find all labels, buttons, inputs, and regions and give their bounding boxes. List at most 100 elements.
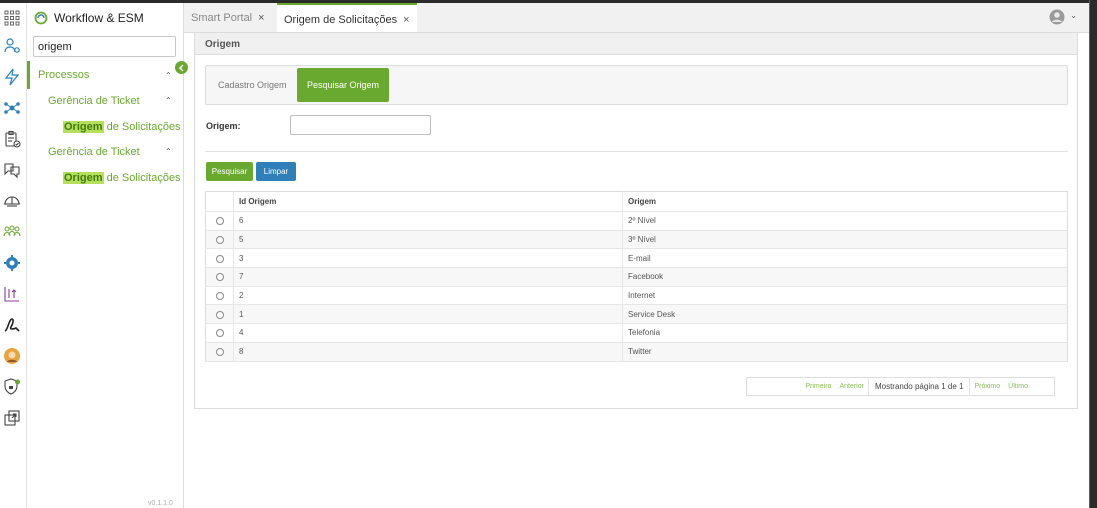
chart-icon[interactable] xyxy=(2,284,22,304)
nav-section-processos[interactable]: Processos xyxy=(27,61,177,89)
subtab-pesquisar-origem[interactable]: Pesquisar Origem xyxy=(297,68,390,102)
table-row[interactable]: 4 Telefonia xyxy=(205,323,1068,343)
table-row[interactable]: 2 Internet xyxy=(205,286,1068,306)
tab-label: Origem de Solicitações xyxy=(284,13,398,26)
chevron-up-icon[interactable]: ⌃ xyxy=(165,96,172,105)
nav-leaf-origem-solicitacoes[interactable]: Origem de Solicitações xyxy=(63,120,181,134)
tab-smart-portal[interactable]: Smart Portal × xyxy=(184,3,272,33)
nav-leaf-label: de Solicitações xyxy=(103,121,181,133)
main-panel: Origem Cadastro Origem Pesquisar Origem … xyxy=(194,32,1078,409)
nav-group-gerencia-ticket[interactable]: Gerência de Ticket xyxy=(48,94,140,108)
panel-title: Origem xyxy=(195,33,1077,55)
cell-origem: Internet xyxy=(622,286,1068,306)
row-radio-cell[interactable] xyxy=(205,267,234,287)
pager-info: Mostrando página 1 de 1 xyxy=(867,378,971,395)
cell-origem: 3º Nível xyxy=(622,230,1068,250)
divider xyxy=(205,151,1068,152)
nav-group-gerencia-ticket[interactable]: Gerência de Ticket xyxy=(48,145,140,159)
brand-logo-icon xyxy=(34,11,48,25)
table-row[interactable]: 5 3º Nível xyxy=(205,230,1068,250)
table-row[interactable]: 7 Facebook xyxy=(205,267,1068,287)
table-row[interactable]: 3 E-mail xyxy=(205,248,1068,269)
radio-button[interactable] xyxy=(215,329,224,338)
cell-origem: Service Desk xyxy=(622,304,1068,325)
row-radio-cell[interactable] xyxy=(205,286,234,306)
row-radio-cell[interactable] xyxy=(205,230,234,250)
pager-first-link[interactable]: Primeiro xyxy=(801,383,835,390)
radio-button[interactable] xyxy=(215,273,224,282)
pager-prev-link[interactable]: Anterior xyxy=(835,383,868,390)
nav-leaf-label: de Solicitações xyxy=(103,172,181,184)
table-row[interactable]: 6 2º Nível xyxy=(205,211,1068,231)
cell-id: 8 xyxy=(233,342,623,362)
network-icon[interactable] xyxy=(2,98,22,118)
cell-id: 7 xyxy=(233,267,623,287)
subtab-cadastro-origem[interactable]: Cadastro Origem xyxy=(208,68,297,102)
pager-next-link[interactable]: Próximo xyxy=(970,383,1004,390)
column-header-origem[interactable]: Origem xyxy=(622,191,1068,212)
tab-label: Smart Portal xyxy=(191,12,253,24)
cell-id: 1 xyxy=(233,304,623,325)
column-header-id-origem[interactable]: Id Origem xyxy=(233,191,623,212)
icon-rail xyxy=(0,3,27,508)
chevron-down-icon[interactable]: ⌄ xyxy=(1070,11,1077,20)
search-highlight: Origem xyxy=(63,172,104,184)
radio-button[interactable] xyxy=(215,217,224,226)
window-export-icon[interactable] xyxy=(2,408,22,428)
helmet-icon[interactable] xyxy=(2,191,22,211)
table-row[interactable]: 1 Service Desk xyxy=(205,304,1068,325)
row-radio-cell[interactable] xyxy=(205,304,234,325)
close-icon[interactable]: × xyxy=(258,12,264,24)
radio-button[interactable] xyxy=(215,291,224,300)
row-radio-cell[interactable] xyxy=(205,248,234,269)
group-icon[interactable] xyxy=(2,222,22,242)
gear-icon[interactable] xyxy=(2,253,22,273)
chevron-up-icon[interactable]: ⌃ xyxy=(165,71,172,80)
chevron-up-icon[interactable]: ⌃ xyxy=(165,147,172,156)
results-table: Id Origem Origem 6 2º Nível 5 3º Nível 3 E-… xyxy=(205,191,1068,362)
cell-id: 5 xyxy=(233,230,623,250)
origem-label: Origem: xyxy=(206,121,241,131)
cell-origem: 2º Nível xyxy=(622,211,1068,231)
nav-group-label: Gerência de Ticket xyxy=(48,146,140,158)
app-name: Workflow & ESM xyxy=(54,11,144,25)
nav-section-label: Processos xyxy=(38,69,90,81)
avatar-badge-icon[interactable] xyxy=(2,346,22,366)
clipboard-check-icon[interactable] xyxy=(2,129,22,149)
chevron-left-icon xyxy=(178,63,184,72)
table-header-row: Id Origem Origem xyxy=(205,191,1068,212)
apps-grid-icon[interactable] xyxy=(2,8,22,28)
table-row[interactable]: 8 Twitter xyxy=(205,342,1068,362)
shield-lock-icon[interactable] xyxy=(2,377,22,397)
row-radio-cell[interactable] xyxy=(205,342,234,362)
cell-id: 2 xyxy=(233,286,623,306)
search-button[interactable]: Pesquisar xyxy=(206,162,253,181)
nav-group-label: Gerência de Ticket xyxy=(48,95,140,107)
tab-bar: Smart Portal × Origem de Solicitações × … xyxy=(184,3,1089,34)
side-navigation: Workflow & ESM Processos ⌃ Gerência de T… xyxy=(27,3,188,508)
brand: Workflow & ESM xyxy=(34,9,144,27)
user-avatar-icon[interactable] xyxy=(1049,9,1065,25)
pager-last-link[interactable]: Último xyxy=(1004,383,1054,390)
radio-button[interactable] xyxy=(215,235,224,244)
radio-button[interactable] xyxy=(215,310,224,319)
users-settings-icon[interactable] xyxy=(2,36,22,56)
nav-leaf-origem-solicitacoes[interactable]: Origem de Solicitações xyxy=(63,171,181,185)
signature-icon[interactable] xyxy=(2,315,22,335)
row-radio-cell[interactable] xyxy=(205,323,234,343)
nav-search-input[interactable] xyxy=(33,36,176,57)
tab-origem-solicitacoes[interactable]: Origem de Solicitações × xyxy=(277,3,417,34)
origem-input[interactable] xyxy=(290,115,431,135)
close-icon[interactable]: × xyxy=(403,14,409,26)
cell-id: 6 xyxy=(233,211,623,231)
radio-button[interactable] xyxy=(215,254,224,263)
comment-box-icon[interactable] xyxy=(2,160,22,180)
cell-origem: Twitter xyxy=(622,342,1068,362)
radio-button[interactable] xyxy=(215,348,224,357)
cell-origem: Telefonia xyxy=(622,323,1068,343)
row-radio-cell[interactable] xyxy=(205,211,234,231)
lightning-icon[interactable] xyxy=(2,67,22,87)
cell-id: 4 xyxy=(233,323,623,343)
subtab-bar: Cadastro Origem Pesquisar Origem xyxy=(205,65,1068,105)
clear-button[interactable]: Limpar xyxy=(256,162,296,181)
